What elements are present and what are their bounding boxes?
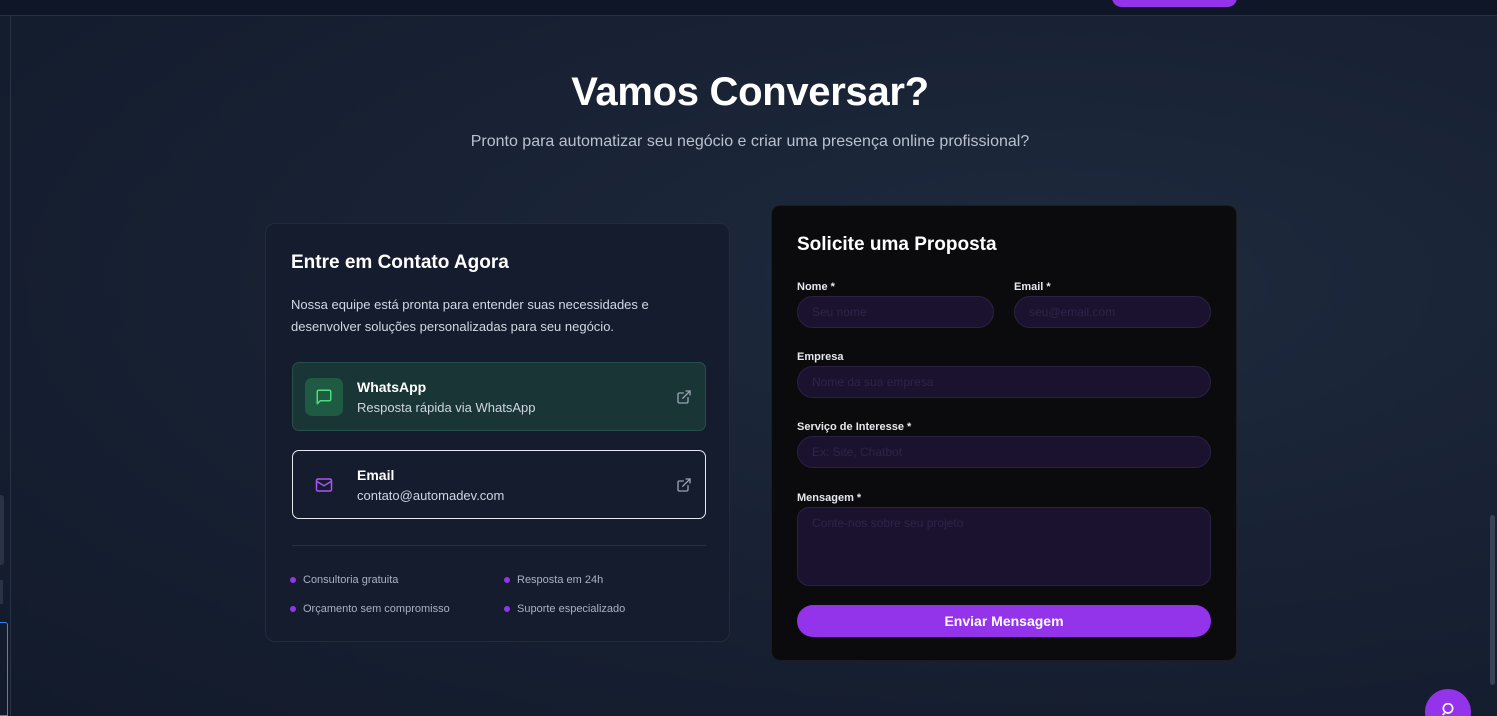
whatsapp-subtitle: Resposta rápida via WhatsApp	[357, 399, 536, 415]
left-edge-handle	[0, 580, 3, 604]
feature-item: Suporte especializado	[504, 603, 625, 615]
message-textarea[interactable]	[797, 507, 1211, 586]
left-edge-panel	[0, 495, 4, 565]
name-input[interactable]	[797, 296, 994, 328]
proposal-form-card: Solicite uma Proposta Nome * Email * Emp…	[771, 205, 1237, 661]
feature-label: Suporte especializado	[517, 603, 626, 615]
email-label: Email *	[1014, 281, 1051, 293]
chat-icon	[1442, 702, 1454, 716]
bullet-dot-icon	[290, 577, 296, 583]
contact-card: Entre em Contato Agora Nossa equipe está…	[265, 223, 730, 642]
section-subtitle: Pronto para automatizar seu negócio e cr…	[470, 133, 1030, 150]
contact-card-title: Entre em Contato Agora	[291, 252, 509, 273]
service-input[interactable]	[797, 436, 1211, 468]
left-edge-frame	[0, 622, 8, 716]
feature-item: Resposta em 24h	[504, 574, 603, 586]
email-title: Email	[357, 466, 395, 483]
company-input[interactable]	[797, 366, 1211, 398]
contact-description: Nossa equipe está pronta para entender s…	[291, 297, 649, 334]
chat-launcher-button[interactable]	[1425, 689, 1471, 716]
contact-divider	[292, 545, 706, 546]
whatsapp-title: WhatsApp	[357, 378, 427, 395]
email-address: contato@automadev.com	[357, 487, 505, 503]
feature-item: Consultoria gratuita	[290, 574, 398, 586]
top-navbar	[0, 0, 1497, 16]
name-label: Nome *	[797, 281, 835, 293]
feature-item: Orçamento sem compromisso	[290, 603, 450, 615]
feature-label: Resposta em 24h	[517, 574, 604, 586]
bullet-dot-icon	[504, 606, 510, 612]
bullet-dot-icon	[504, 577, 510, 583]
send-message-button[interactable]: Enviar Mensagem	[797, 605, 1211, 637]
company-label: Empresa	[797, 351, 844, 363]
scrollbar-thumb[interactable]	[1490, 515, 1495, 685]
external-link-icon	[677, 477, 691, 492]
message-label: Mensagem *	[797, 492, 862, 504]
service-label: Serviço de Interesse *	[797, 421, 912, 433]
email-link[interactable]: Email contato@automadev.com	[292, 450, 706, 519]
mail-icon	[305, 466, 343, 504]
message-square-icon	[305, 377, 343, 416]
feature-label: Consultoria gratuita	[303, 574, 399, 586]
bullet-dot-icon	[290, 606, 296, 612]
left-edge-divider	[10, 16, 11, 716]
navbar-cta-button[interactable]	[1112, 0, 1237, 7]
section-title: Vamos Conversar?	[571, 70, 929, 114]
external-link-icon	[677, 389, 691, 404]
email-input[interactable]	[1014, 296, 1211, 328]
feature-label: Orçamento sem compromisso	[303, 603, 450, 615]
whatsapp-link[interactable]: WhatsApp Resposta rápida via WhatsApp	[292, 362, 706, 431]
form-title: Solicite uma Proposta	[797, 234, 997, 255]
